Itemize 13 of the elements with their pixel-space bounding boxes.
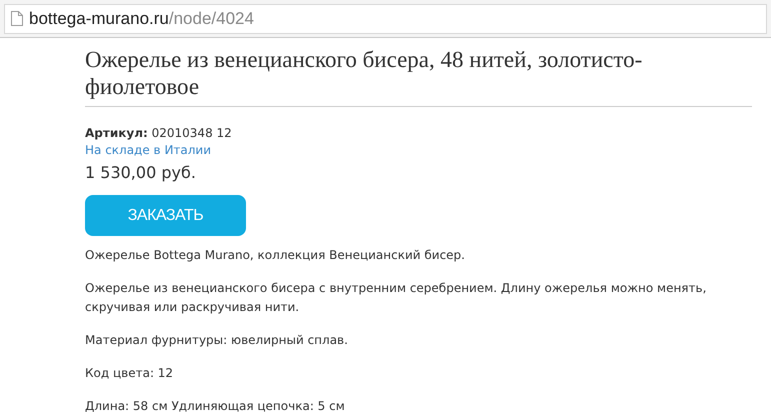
description-paragraph: Ожерелье из венецианского бисера с внутренним серебрением. Длину ожерелья можно менять, скручивая или раскручивая нити. (85, 280, 708, 316)
description-paragraph: Материал фурнитуры: ювелирный сплав. (85, 332, 349, 349)
order-button[interactable]: ЗАКАЗАТЬ (85, 195, 246, 236)
sku-text: Артикул: 02010348 12 (85, 125, 233, 142)
description-paragraph: Код цвета: 12 (85, 365, 174, 382)
availability-link[interactable]: На складе в Италии (85, 142, 751, 159)
product-title: Ожерелье из венецианского бисера, 48 нитей, золотисто-фиолетовое (85, 46, 644, 100)
address-bar[interactable]: bottega-murano.ru/node/4024 (4, 4, 767, 34)
description-paragraph: Ожерелье Bottega Murano, коллекция Венецианский бисер. (85, 247, 466, 264)
page-icon (11, 11, 23, 26)
url-text: bottega-murano.ru/node/4024 (29, 8, 254, 30)
price-text: 1 530,00 руб. (85, 162, 197, 184)
description-paragraph: Длина: 58 см Удлиняющая цепочка: 5 см (85, 398, 346, 412)
